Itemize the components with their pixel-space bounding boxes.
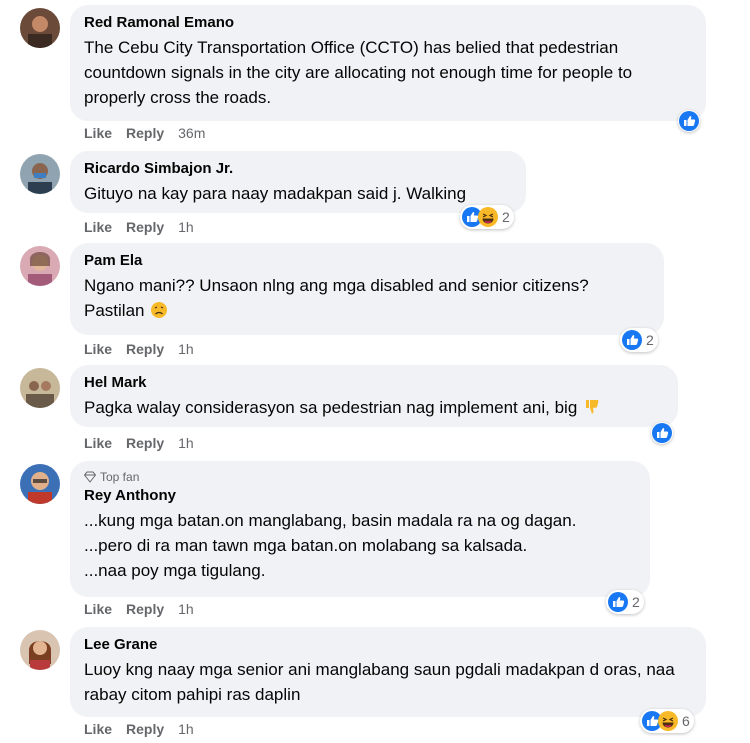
- comment-text: Ngano mani?? Unsaon nlng ang mga disable…: [84, 273, 650, 323]
- reaction-count: 2: [502, 209, 510, 225]
- comment-bubble: Top fan Rey Anthony ...kung mga batan.on…: [70, 461, 650, 597]
- comment-text: Luoy kng naay mga senior ani manglabang …: [84, 660, 675, 704]
- comment-line: ...kung mga batan.on manglabang, basin m…: [84, 511, 577, 530]
- like-button[interactable]: Like: [84, 125, 112, 141]
- commenter-name[interactable]: Hel Mark: [84, 373, 664, 393]
- reaction-summary[interactable]: 2: [606, 590, 644, 614]
- commenter-name[interactable]: Rey Anthony: [84, 486, 636, 506]
- reply-button[interactable]: Reply: [126, 721, 164, 737]
- avatar[interactable]: [20, 464, 60, 504]
- comment-actions: Like Reply 1h: [84, 219, 208, 235]
- commenter-name[interactable]: Pam Ela: [84, 251, 650, 271]
- reply-button[interactable]: Reply: [126, 435, 164, 451]
- comment-line: Ngano mani?? Unsaon nlng ang mga disable…: [84, 276, 589, 295]
- thumbs-down-icon: [586, 400, 599, 414]
- reply-button[interactable]: Reply: [126, 219, 164, 235]
- reaction-summary[interactable]: 2: [460, 205, 514, 229]
- timestamp[interactable]: 1h: [178, 219, 194, 235]
- reaction-count: 2: [646, 332, 654, 348]
- commenter-name[interactable]: Lee Grane: [84, 635, 692, 655]
- comment-bubble: Ricardo Simbajon Jr. Gituyo na kay para …: [70, 151, 526, 213]
- commenter-name[interactable]: Ricardo Simbajon Jr.: [84, 159, 512, 179]
- comment-line: Pagka walay considerasyon sa pedestrian …: [84, 398, 578, 417]
- avatar[interactable]: [20, 8, 60, 48]
- comment-text: Gituyo na kay para naay madakpan said j.…: [84, 184, 467, 203]
- comment-bubble: Lee Grane Luoy kng naay mga senior ani m…: [70, 627, 706, 717]
- comment-text: ...kung mga batan.on manglabang, basin m…: [84, 508, 636, 583]
- timestamp[interactable]: 1h: [178, 341, 194, 357]
- comment-actions: Like Reply 36m: [84, 125, 219, 141]
- diamond-icon: [84, 471, 96, 483]
- like-button[interactable]: Like: [84, 219, 112, 235]
- reaction-summary[interactable]: [678, 110, 700, 132]
- reply-button[interactable]: Reply: [126, 125, 164, 141]
- reaction-count: 6: [682, 713, 690, 729]
- comment-text: The Cebu City Transportation Office (CCT…: [84, 38, 633, 107]
- comment-bubble: Red Ramonal Emano The Cebu City Transpor…: [70, 5, 706, 121]
- like-icon: [652, 423, 672, 443]
- haha-icon: [478, 207, 498, 227]
- comment-line: Pastilan: [84, 301, 145, 320]
- timestamp[interactable]: 1h: [178, 601, 194, 617]
- like-icon: [608, 592, 628, 612]
- reaction-count: 2: [632, 594, 640, 610]
- comment-bubble: Pam Ela Ngano mani?? Unsaon nlng ang mga…: [70, 243, 664, 335]
- haha-icon: [658, 711, 678, 731]
- comment-actions: Like Reply 1h: [84, 341, 208, 357]
- comment-bubble: Hel Mark Pagka walay considerasyon sa pe…: [70, 365, 678, 427]
- reaction-summary[interactable]: 2: [620, 328, 658, 352]
- comment-line: ...pero di ra man tawn mga batan.on mola…: [84, 536, 528, 555]
- reaction-summary[interactable]: 6: [640, 709, 694, 733]
- comment-actions: Like Reply 1h: [84, 721, 208, 737]
- comment-actions: Like Reply 1h: [84, 435, 208, 451]
- avatar[interactable]: [20, 368, 60, 408]
- like-button[interactable]: Like: [84, 341, 112, 357]
- like-icon: [679, 111, 699, 131]
- timestamp[interactable]: 1h: [178, 721, 194, 737]
- like-button[interactable]: Like: [84, 721, 112, 737]
- reply-button[interactable]: Reply: [126, 341, 164, 357]
- reply-button[interactable]: Reply: [126, 601, 164, 617]
- like-icon: [622, 330, 642, 350]
- comment-actions: Like Reply 1h: [84, 601, 208, 617]
- reaction-summary[interactable]: [651, 422, 673, 444]
- weary-face-icon: [151, 302, 168, 318]
- avatar[interactable]: [20, 246, 60, 286]
- timestamp[interactable]: 1h: [178, 435, 194, 451]
- comment-line: ...naa poy mga tigulang.: [84, 561, 266, 580]
- avatar[interactable]: [20, 154, 60, 194]
- like-button[interactable]: Like: [84, 601, 112, 617]
- top-fan-label: Top fan: [100, 470, 140, 484]
- commenter-name[interactable]: Red Ramonal Emano: [84, 13, 692, 33]
- like-button[interactable]: Like: [84, 435, 112, 451]
- top-fan-badge: Top fan: [84, 470, 636, 484]
- timestamp[interactable]: 36m: [178, 125, 205, 141]
- comment-text: Pagka walay considerasyon sa pedestrian …: [84, 395, 664, 420]
- avatar[interactable]: [20, 630, 60, 670]
